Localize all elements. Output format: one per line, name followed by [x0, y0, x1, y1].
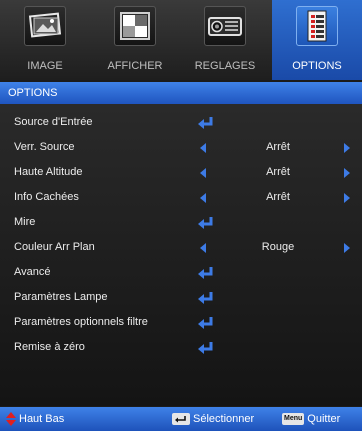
menu-item[interactable]: Verr. Source Arrêt — [0, 135, 362, 160]
osd-menu: IMAGE AFFICHER REGLAGES OPTIONS OPTIONS … — [0, 0, 362, 431]
menu-item-value: Arrêt — [266, 166, 290, 178]
menu-title: OPTIONS — [0, 82, 362, 104]
enter-arrow-icon[interactable] — [196, 266, 216, 280]
menu-item[interactable]: Remise à zéro — [0, 335, 362, 360]
menu-item-label: Paramètres Lampe — [14, 291, 108, 303]
menu-item-label: Avancé — [14, 266, 51, 278]
enter-key-icon — [172, 413, 190, 426]
select-hint: Sélectionner — [172, 407, 254, 431]
projector-icon — [204, 6, 246, 46]
tab-options-label: OPTIONS — [292, 60, 342, 72]
menu-item[interactable]: Paramètres optionnels filtre — [0, 310, 362, 335]
left-arrow-icon[interactable] — [200, 143, 206, 153]
menu-item[interactable]: Paramètres Lampe — [0, 285, 362, 310]
enter-arrow-icon[interactable] — [196, 316, 216, 330]
left-arrow-icon[interactable] — [200, 168, 206, 178]
menu-item[interactable]: Info Cachées Arrêt — [0, 185, 362, 210]
tab-image-label: IMAGE — [27, 60, 63, 72]
right-arrow-icon[interactable] — [344, 243, 350, 253]
menu-key-icon: Menu — [282, 413, 305, 426]
tab-options[interactable]: OPTIONS — [272, 0, 362, 80]
menu-item-value: Arrêt — [266, 191, 290, 203]
menu-item[interactable]: Avancé — [0, 260, 362, 285]
left-arrow-icon[interactable] — [200, 193, 206, 203]
quit-hint: Menu Quitter — [282, 407, 340, 431]
tab-reglages[interactable]: REGLAGES — [180, 0, 270, 80]
tab-afficher-label: AFFICHER — [107, 60, 163, 72]
menu-item-label: Info Cachées — [14, 191, 79, 203]
menu-list: Source d'Entrée Verr. Source Arrêt Haute Al… — [0, 104, 362, 406]
left-arrow-icon[interactable] — [200, 243, 206, 253]
tab-image[interactable]: IMAGE — [0, 0, 90, 80]
enter-arrow-icon[interactable] — [196, 116, 216, 130]
up-down-icon — [6, 412, 16, 427]
options-list-icon — [296, 6, 338, 46]
nav-hint: Haut Bas — [6, 407, 64, 431]
select-hint-label: Sélectionner — [193, 413, 255, 425]
menu-item[interactable]: Couleur Arr Plan Rouge — [0, 235, 362, 260]
menu-item-label: Mire — [14, 216, 36, 228]
display-icon — [114, 6, 156, 46]
enter-arrow-icon[interactable] — [196, 216, 216, 230]
menu-item-label: Source d'Entrée — [14, 116, 93, 128]
menu-item[interactable]: Haute Altitude Arrêt — [0, 160, 362, 185]
tab-bar: IMAGE AFFICHER REGLAGES OPTIONS — [0, 0, 362, 80]
tab-afficher[interactable]: AFFICHER — [90, 0, 180, 80]
quit-hint-label: Quitter — [307, 413, 341, 425]
enter-arrow-icon[interactable] — [196, 291, 216, 305]
tab-reglages-label: REGLAGES — [194, 60, 256, 72]
menu-item[interactable]: Source d'Entrée — [0, 110, 362, 135]
right-arrow-icon[interactable] — [344, 193, 350, 203]
menu-item-label: Haute Altitude — [14, 166, 83, 178]
right-arrow-icon[interactable] — [344, 143, 350, 153]
image-icon — [24, 6, 66, 46]
nav-hint-label: Haut Bas — [19, 413, 65, 425]
menu-item-label: Paramètres optionnels filtre — [14, 316, 148, 328]
enter-arrow-icon[interactable] — [196, 341, 216, 355]
menu-item-label: Verr. Source — [14, 141, 75, 153]
menu-item-value: Rouge — [261, 241, 295, 253]
menu-item-label: Remise à zéro — [14, 341, 85, 353]
menu-item[interactable]: Mire — [0, 210, 362, 235]
menu-item-label: Couleur Arr Plan — [14, 241, 95, 253]
menu-item-value: Arrêt — [266, 141, 290, 153]
footer-hints: Haut Bas Sélectionner Menu Quitter — [0, 407, 362, 431]
right-arrow-icon[interactable] — [344, 168, 350, 178]
